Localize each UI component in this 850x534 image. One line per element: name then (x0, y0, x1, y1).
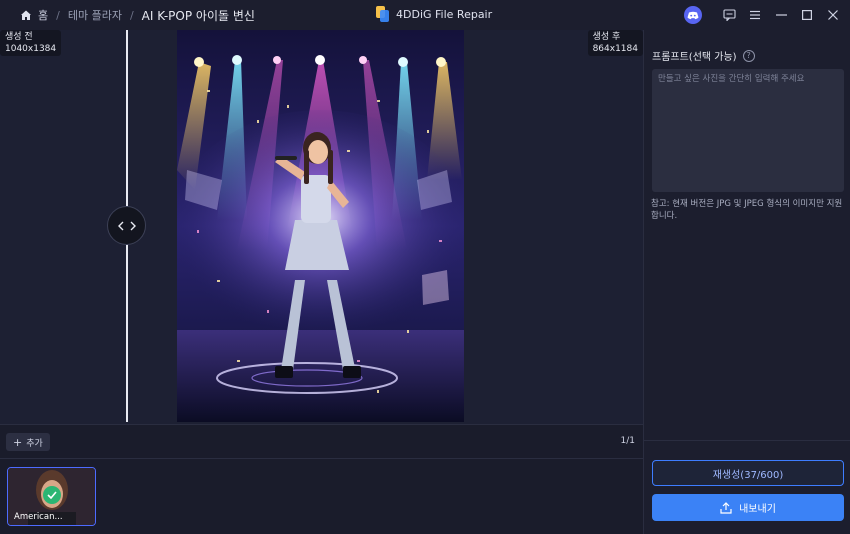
prompt-panel: 프롬프트(선택 가능) ? 참고: 현재 버전은 JPG 및 JPEG 형식의 … (643, 30, 850, 534)
close-icon[interactable] (820, 0, 846, 30)
panel-divider (644, 440, 850, 441)
thumbnail-label: American... (14, 512, 63, 522)
chevron-left-right-icon (117, 221, 136, 230)
feedback-icon[interactable] (716, 0, 742, 30)
page-count: 1/1 (620, 436, 635, 446)
export-button[interactable]: 내보내기 (652, 494, 844, 521)
app-title-text: 4DDiG File Repair (396, 7, 493, 21)
prompt-title: 프롬프트(선택 가능) ? (652, 48, 755, 63)
menu-icon[interactable] (742, 0, 768, 30)
add-button-label: 추가 (26, 438, 43, 449)
compare-slider-handle[interactable] (107, 206, 146, 245)
format-note: 참고: 현재 버전은 JPG 및 JPEG 형식의 이미지만 지원합니다. (651, 199, 843, 221)
breadcrumb-separator: / (129, 8, 134, 22)
after-size: 864x1184 (592, 44, 638, 54)
thumbnail-item[interactable]: American... (7, 467, 96, 526)
title-bar: 홈 / 테마 플라자 / AI K-POP 아이돌 변신 4DDiG File … (0, 0, 850, 30)
maximize-icon[interactable] (794, 0, 820, 30)
prompt-title-text: 프롬프트(선택 가능) (652, 52, 737, 63)
breadcrumb-current: AI K-POP 아이돌 변신 (141, 8, 255, 23)
before-label: 생성 전 (5, 32, 33, 42)
app-title: 4DDiG File Repair (376, 6, 492, 22)
thumbnail-strip: American... (0, 458, 643, 534)
window-controls (684, 0, 850, 30)
breadcrumb: 홈 / 테마 플라자 / AI K-POP 아이돌 변신 (0, 0, 255, 30)
check-icon (43, 486, 61, 504)
generated-photo (177, 30, 464, 422)
discord-icon[interactable] (684, 6, 702, 24)
app-window: 홈 / 테마 플라자 / AI K-POP 아이돌 변신 4DDiG File … (0, 0, 850, 534)
breadcrumb-home[interactable]: 홈 (38, 7, 48, 23)
add-button[interactable]: + 추가 (6, 433, 50, 451)
after-label: 생성 후 (592, 32, 621, 42)
kpop-idol-image (177, 30, 464, 422)
help-icon[interactable]: ? (742, 49, 755, 62)
export-button-label: 내보내기 (739, 504, 776, 515)
comparison-area: 생성 전 1040x1384 생성 후 864x1184 (0, 30, 643, 424)
after-badge: 생성 후 864x1184 (587, 30, 643, 56)
before-size: 1040x1384 (5, 44, 57, 54)
app-logo-icon (376, 6, 389, 22)
plus-icon: + (13, 435, 23, 449)
before-badge: 생성 전 1040x1384 (0, 30, 62, 56)
home-icon[interactable] (20, 9, 32, 21)
prompt-input[interactable] (652, 69, 844, 192)
breadcrumb-separator: / (56, 8, 60, 22)
add-bar: + 추가 1/1 (0, 424, 643, 458)
minimize-icon[interactable] (768, 0, 794, 30)
upload-icon (720, 501, 732, 514)
breadcrumb-theme-plaza[interactable]: 테마 플라자 (68, 7, 122, 23)
regenerate-button[interactable]: 재생성(37/600) (652, 460, 844, 486)
